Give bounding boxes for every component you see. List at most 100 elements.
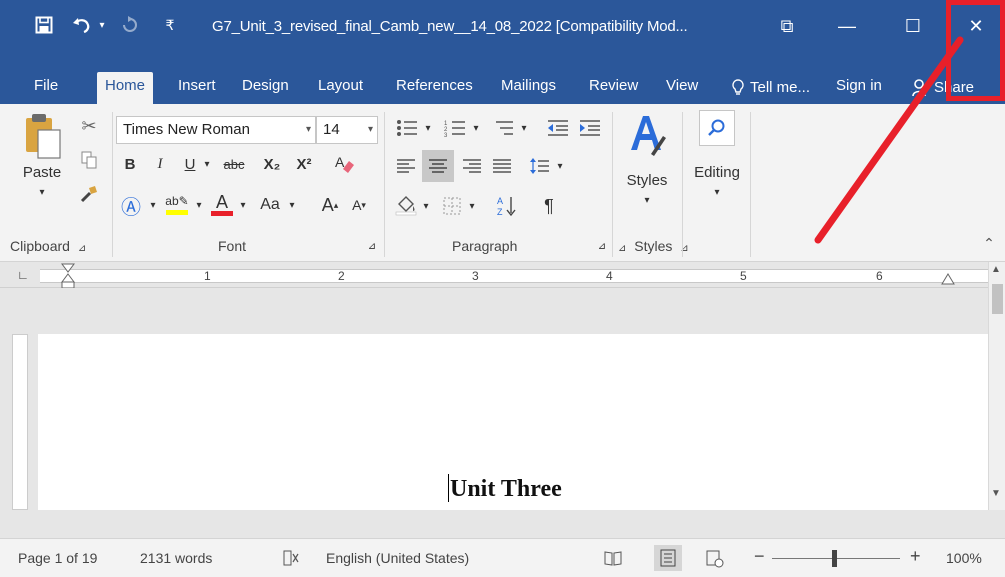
read-mode-icon[interactable] [604,550,622,569]
styles-gallery-launcher-icon[interactable]: ⊿ [618,243,626,254]
zoom-level[interactable]: 100% [946,550,982,566]
zoom-out-button[interactable]: − [754,546,765,567]
tell-me-box[interactable]: Tell me... [724,72,818,104]
proofing-icon[interactable] [282,550,300,569]
styles-button[interactable]: Styles ▾ [618,110,676,228]
right-indent-marker-icon[interactable] [940,272,956,288]
text-effects-button[interactable]: Ⓐ [118,190,144,220]
cut-button[interactable]: ✂ [76,114,102,138]
text-effects-dropdown-icon[interactable]: ▾ [146,190,160,220]
line-spacing-dropdown-icon[interactable]: ▾ [554,152,566,180]
numbering-button[interactable]: 123 [440,114,470,142]
save-icon[interactable] [30,11,58,39]
copy-button[interactable] [76,148,102,172]
language-indicator[interactable]: English (United States) [326,550,469,566]
word-count[interactable]: 2131 words [140,550,212,566]
italic-button[interactable]: I [148,150,172,178]
format-painter-button[interactable] [76,182,102,206]
bullets-button[interactable] [392,114,422,142]
tab-selector-icon[interactable]: ∟ [14,266,32,284]
print-layout-icon[interactable] [654,545,682,571]
align-center-button[interactable] [422,150,454,182]
font-launcher-icon[interactable]: ⊿ [364,238,380,254]
font-color-dropdown-icon[interactable]: ▾ [236,190,250,220]
scroll-thumb[interactable] [992,284,1003,314]
increase-indent-button[interactable] [576,114,604,142]
clear-formatting-button[interactable]: A [330,150,358,178]
line-spacing-button[interactable] [526,152,554,180]
font-name-value: Times New Roman [123,121,250,138]
shrink-font-arrow-icon: ▾ [361,199,366,210]
sign-in-link[interactable]: Sign in [828,72,890,104]
zoom-in-button[interactable]: + [910,546,921,567]
align-right-button[interactable] [458,152,486,180]
tab-view[interactable]: View [658,72,706,104]
sort-button[interactable]: AZ [494,192,520,220]
font-color-button[interactable]: A [208,188,236,220]
bold-button[interactable]: B [118,150,142,178]
font-name-box[interactable]: Times New Roman ▾ [116,116,316,144]
underline-dropdown-icon[interactable]: ▾ [200,150,214,178]
align-left-button[interactable] [392,152,420,180]
font-size-box[interactable]: 14 ▾ [316,116,378,144]
separator [682,112,683,257]
document-page[interactable]: Unit Three [38,334,988,510]
tab-design[interactable]: Design [234,72,297,104]
paste-button[interactable]: Paste ▾ [18,110,66,228]
minimize-button[interactable]: — [818,0,876,64]
tab-file[interactable]: File [26,72,66,104]
scroll-down-arrow-icon[interactable]: ▼ [991,488,1001,499]
grow-font-button[interactable]: A ▴ [318,190,342,220]
tab-insert[interactable]: Insert [170,72,224,104]
subscript-button[interactable]: X₂ [258,150,286,178]
text-effects-icon: Ⓐ [121,196,141,219]
maximize-button[interactable]: ☐ [884,0,942,64]
customize-toolbar-icon[interactable]: ₹ [156,11,184,39]
zoom-slider-thumb[interactable] [832,550,837,567]
multilevel-dropdown-icon[interactable]: ▾ [518,114,530,142]
show-hide-marks-button[interactable]: ¶ [536,192,562,220]
undo-dropdown-icon[interactable]: ▾ [96,11,108,39]
tab-review[interactable]: Review [581,72,646,104]
web-layout-icon[interactable] [706,550,724,571]
bullets-dropdown-icon[interactable]: ▾ [422,114,434,142]
font-size-dropdown-icon[interactable]: ▾ [368,117,373,143]
clipboard-launcher-icon[interactable]: ⊿ [78,243,86,254]
justify-button[interactable] [488,152,516,180]
editing-button[interactable]: Editing ▾ [688,110,746,228]
document-heading[interactable]: Unit Three [450,476,562,503]
ruler-track[interactable]: 1 2 3 4 5 6 [40,269,988,283]
tab-references[interactable]: References [388,72,481,104]
multilevel-list-button[interactable] [488,114,518,142]
numbering-icon: 123 [444,121,465,137]
font-name-dropdown-icon[interactable]: ▾ [306,117,311,143]
tab-home[interactable]: Home [97,72,154,104]
undo-icon[interactable] [68,11,96,39]
shading-button[interactable] [392,192,420,220]
increase-indent-icon [580,120,600,136]
paragraph-launcher-icon[interactable]: ⊿ [594,238,610,254]
tab-mailings[interactable]: Mailings [493,72,564,104]
underline-button[interactable]: U [178,150,202,178]
paste-label: Paste [22,164,62,181]
scroll-up-arrow-icon[interactable]: ▲ [991,264,1001,275]
numbering-dropdown-icon[interactable]: ▾ [470,114,482,142]
font-size-value: 14 [323,121,340,138]
collapse-ribbon-icon[interactable]: ⌃ [980,234,998,252]
page-count[interactable]: Page 1 of 19 [18,550,97,566]
tab-layout[interactable]: Layout [310,72,371,104]
change-case-dropdown-icon[interactable]: ▾ [286,190,298,220]
highlight-color-button[interactable]: ab✎ [162,188,192,220]
shrink-font-button[interactable]: A ▾ [348,190,370,220]
decrease-indent-button[interactable] [544,114,572,142]
vertical-scrollbar[interactable]: ▲ ▼ [988,262,1005,510]
shading-dropdown-icon[interactable]: ▾ [420,192,432,220]
borders-button[interactable] [438,192,466,220]
redo-icon[interactable] [116,11,144,39]
ribbon-display-options-button[interactable]: ⧉ [758,0,816,64]
superscript-button[interactable]: X² [290,150,318,178]
change-case-button[interactable]: Aa [256,190,284,220]
highlight-dropdown-icon[interactable]: ▾ [192,190,206,220]
borders-dropdown-icon[interactable]: ▾ [466,192,478,220]
strikethrough-button[interactable]: abc [214,150,254,178]
